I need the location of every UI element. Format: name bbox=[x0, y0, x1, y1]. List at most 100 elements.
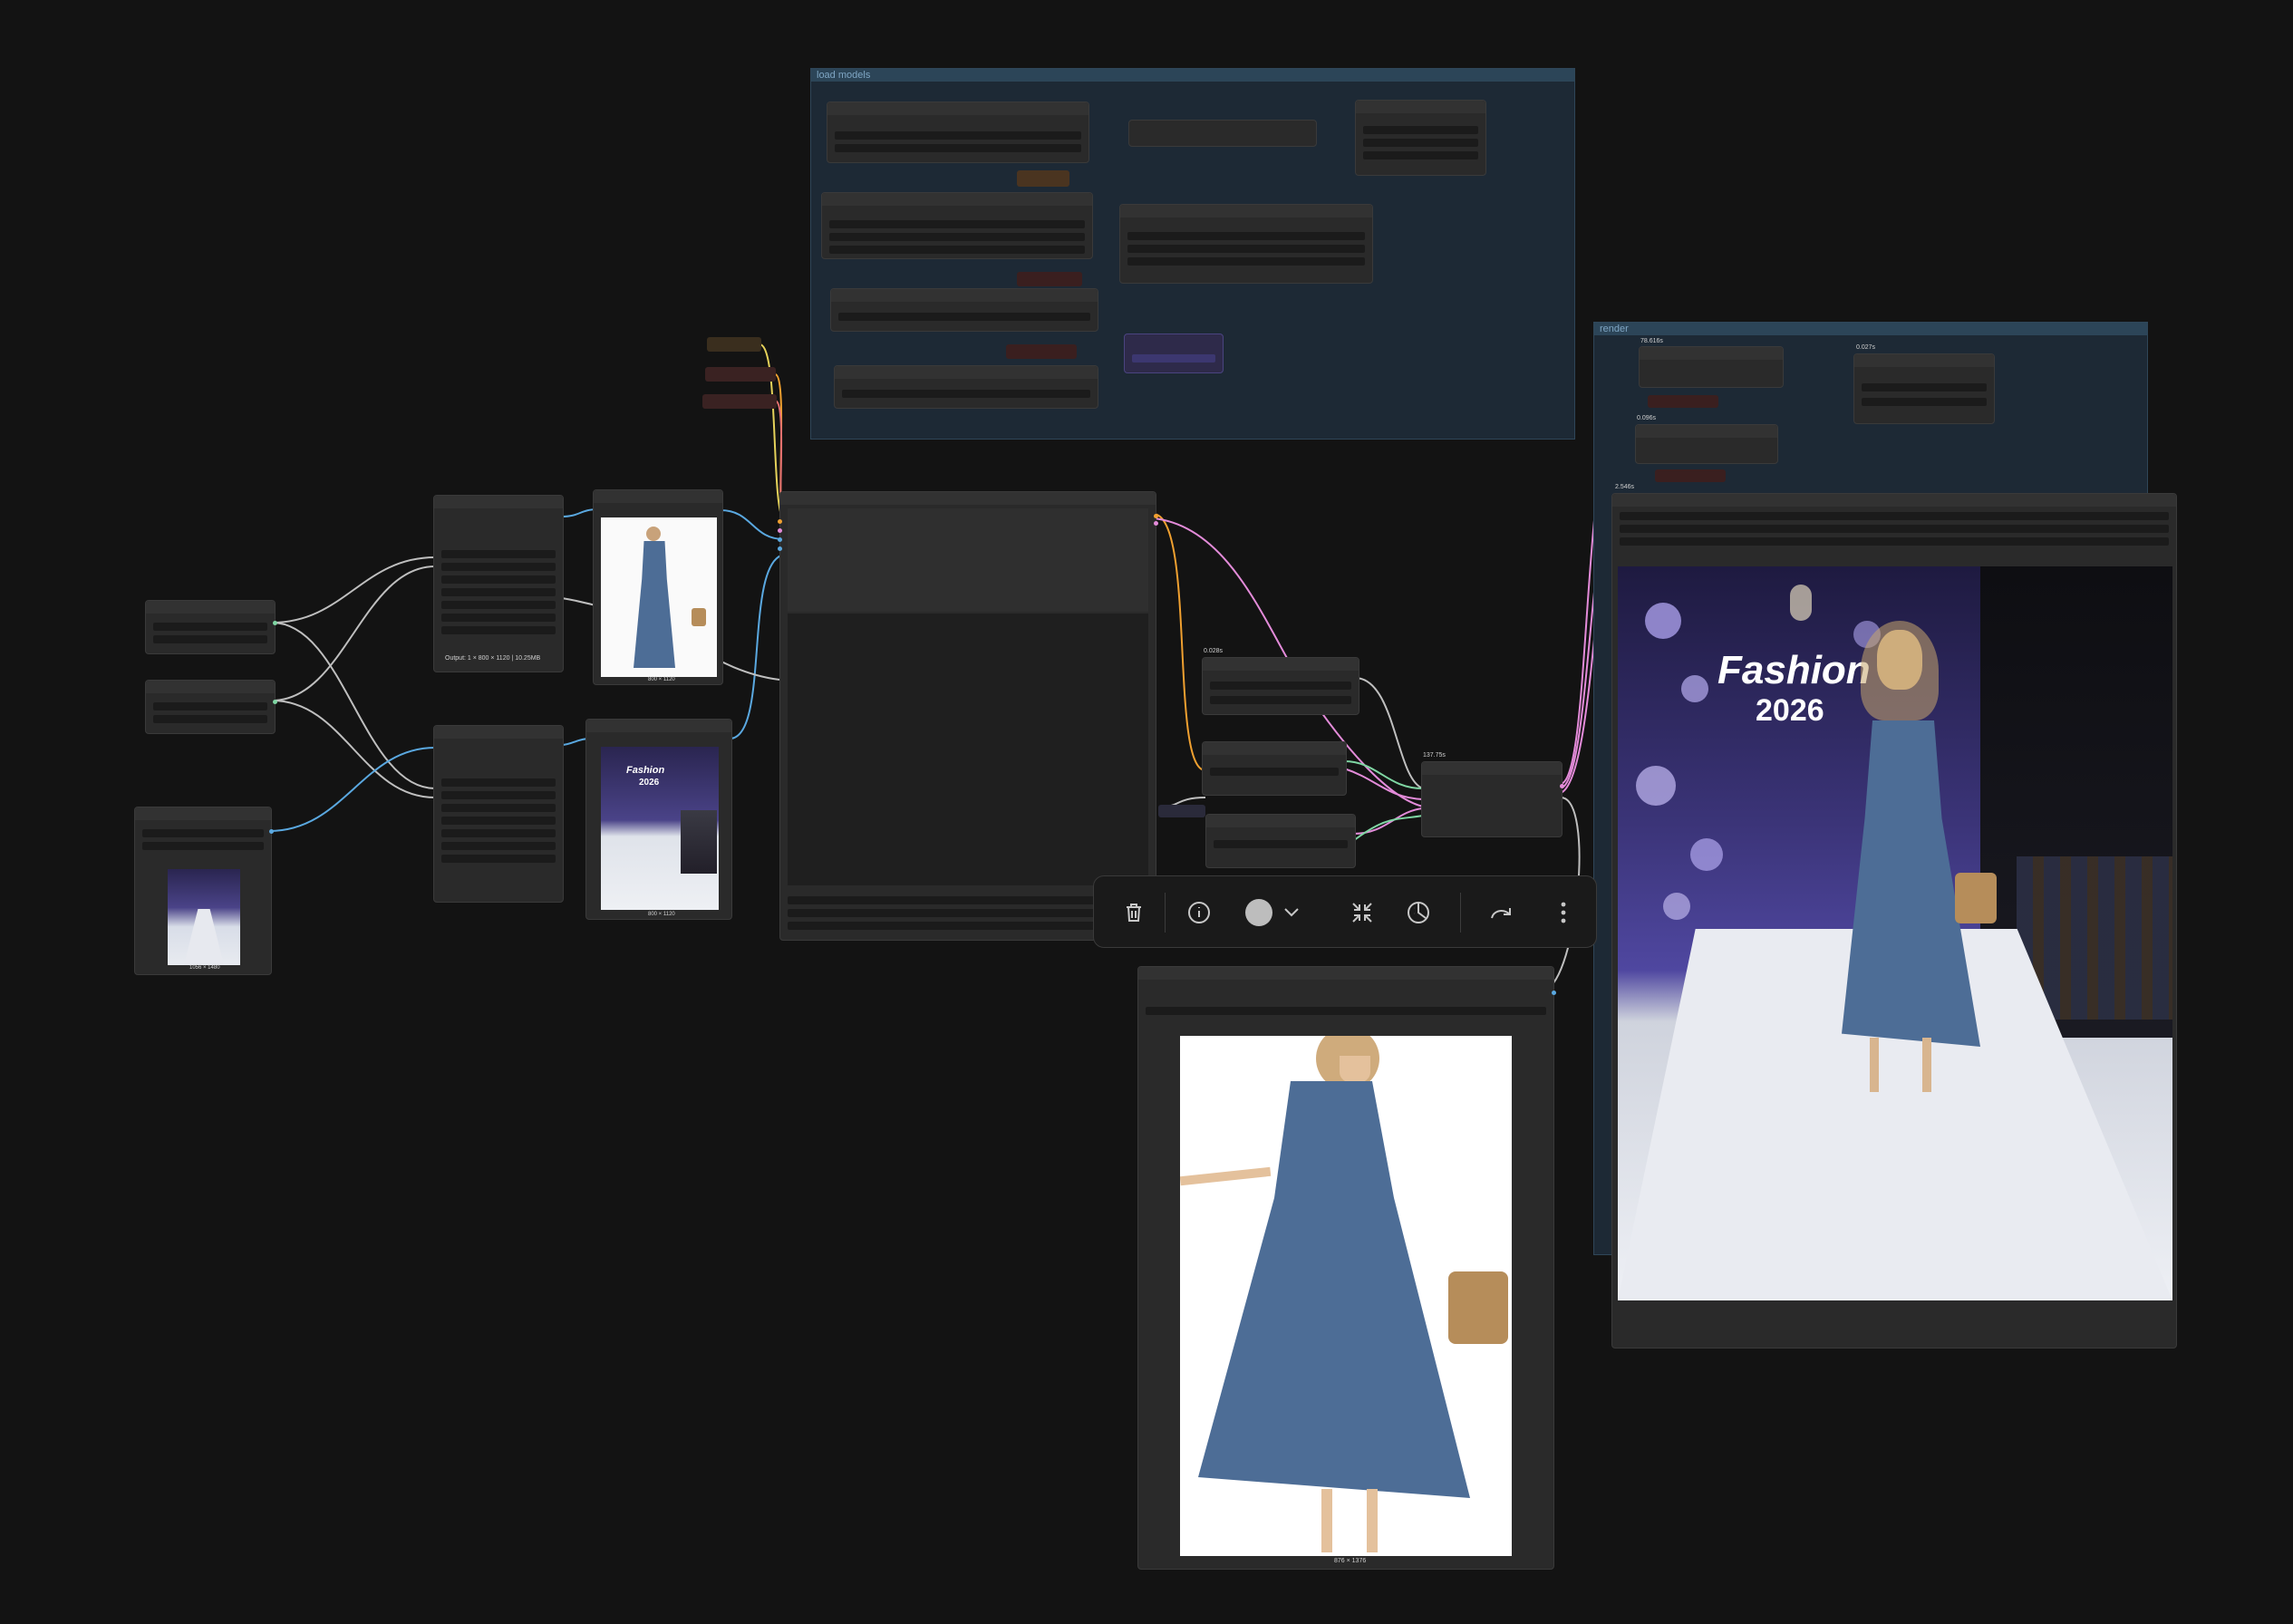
node-header[interactable] bbox=[146, 681, 275, 693]
model-loader-node[interactable] bbox=[1119, 204, 1373, 284]
node-widget[interactable] bbox=[1862, 383, 1987, 392]
node-header[interactable] bbox=[1612, 494, 2176, 507]
node-header[interactable] bbox=[1138, 967, 1553, 980]
node-widget[interactable] bbox=[441, 575, 556, 584]
reroute-node[interactable] bbox=[1017, 170, 1069, 187]
node-widget[interactable] bbox=[835, 131, 1081, 140]
node-widget[interactable] bbox=[441, 626, 556, 634]
palette-icon[interactable] bbox=[1402, 896, 1435, 929]
node-header[interactable] bbox=[780, 492, 1156, 505]
node-widget[interactable] bbox=[153, 635, 267, 643]
param-node[interactable] bbox=[707, 337, 761, 352]
node-widget[interactable] bbox=[441, 614, 556, 622]
node-widget[interactable] bbox=[1146, 1007, 1546, 1015]
node-widget[interactable] bbox=[1363, 139, 1478, 147]
node-header[interactable] bbox=[822, 193, 1092, 206]
encode-node[interactable]: Output: 1 × 800 × 1120 | 10.25MB bbox=[433, 495, 564, 672]
node-widget[interactable] bbox=[829, 233, 1085, 241]
node-widget[interactable] bbox=[1363, 126, 1478, 134]
node-widget[interactable] bbox=[153, 715, 267, 723]
model-loader-node[interactable] bbox=[1128, 120, 1317, 147]
node-header[interactable] bbox=[1636, 425, 1777, 438]
node-widget[interactable] bbox=[441, 550, 556, 558]
input-port[interactable] bbox=[778, 519, 782, 524]
input-port[interactable] bbox=[778, 546, 782, 551]
node-widget[interactable] bbox=[1127, 232, 1365, 240]
node-widget[interactable] bbox=[829, 220, 1085, 228]
node-widget[interactable] bbox=[1214, 840, 1348, 848]
param-node[interactable] bbox=[1648, 395, 1718, 408]
node-header[interactable] bbox=[1356, 101, 1485, 113]
model-loader-node[interactable] bbox=[834, 365, 1098, 409]
node-widget[interactable] bbox=[441, 588, 556, 596]
text-input-node[interactable] bbox=[145, 680, 277, 734]
node-header[interactable] bbox=[831, 289, 1098, 302]
node-widget[interactable] bbox=[153, 702, 267, 710]
node-widget[interactable] bbox=[441, 842, 556, 850]
output-port[interactable] bbox=[1154, 514, 1158, 518]
node-header[interactable] bbox=[1120, 205, 1372, 218]
render-node[interactable] bbox=[1635, 424, 1778, 464]
node-header[interactable] bbox=[146, 601, 275, 614]
sampler-settings-area[interactable] bbox=[788, 508, 1148, 612]
node-widget[interactable] bbox=[441, 817, 556, 825]
shrink-icon[interactable] bbox=[1346, 896, 1379, 929]
reroute-node[interactable] bbox=[1017, 272, 1082, 286]
node-header[interactable] bbox=[1203, 742, 1346, 755]
model-loader-node[interactable] bbox=[821, 192, 1093, 259]
node-widget[interactable] bbox=[441, 563, 556, 571]
node-widget[interactable] bbox=[153, 623, 267, 631]
node-widget[interactable] bbox=[835, 144, 1081, 152]
timing-node[interactable] bbox=[1202, 657, 1359, 715]
input-port[interactable] bbox=[778, 528, 782, 533]
node-header[interactable] bbox=[586, 720, 731, 732]
node-widget[interactable] bbox=[1620, 512, 2169, 520]
node-widget[interactable] bbox=[1862, 398, 1987, 406]
text-input-node[interactable] bbox=[145, 600, 277, 654]
more-icon[interactable] bbox=[1547, 896, 1580, 929]
node-widget[interactable] bbox=[838, 313, 1090, 321]
info-icon[interactable] bbox=[1183, 896, 1215, 929]
output-port[interactable] bbox=[269, 829, 274, 834]
node-widget[interactable] bbox=[142, 842, 264, 850]
vae-decode-node[interactable] bbox=[1202, 741, 1347, 796]
node-widget[interactable] bbox=[1127, 245, 1365, 253]
node-widget[interactable] bbox=[829, 246, 1085, 254]
node-widget[interactable] bbox=[1210, 696, 1351, 704]
param-node[interactable] bbox=[702, 394, 777, 409]
node-widget[interactable] bbox=[842, 390, 1090, 398]
model-loader-node[interactable] bbox=[830, 288, 1098, 332]
model-loader-node[interactable] bbox=[827, 102, 1089, 163]
node-widget[interactable] bbox=[1210, 682, 1351, 690]
node-widget[interactable] bbox=[441, 855, 556, 863]
node-header[interactable] bbox=[835, 366, 1098, 379]
preview-image-node[interactable]: 800 × 1120 bbox=[593, 489, 723, 685]
render-node[interactable] bbox=[1639, 346, 1784, 388]
sampler-node[interactable] bbox=[778, 491, 1158, 941]
encode-node[interactable] bbox=[433, 725, 564, 903]
load-image-node[interactable]: 1056 × 1480 bbox=[134, 807, 274, 975]
model-loader-node[interactable] bbox=[1124, 334, 1224, 373]
output-port[interactable] bbox=[273, 700, 277, 704]
node-widget[interactable] bbox=[441, 778, 556, 787]
trash-icon[interactable] bbox=[1117, 896, 1150, 929]
node-widget[interactable] bbox=[142, 829, 264, 837]
chevron-down-icon[interactable] bbox=[1275, 896, 1308, 929]
node-header[interactable] bbox=[594, 490, 722, 503]
node-header[interactable] bbox=[434, 496, 563, 508]
input-port[interactable] bbox=[1552, 991, 1556, 995]
reroute-node[interactable] bbox=[1006, 344, 1077, 359]
final-image-node[interactable]: Fashion 2026 bbox=[1611, 493, 2177, 1348]
node-header[interactable] bbox=[135, 807, 271, 820]
node-widget[interactable] bbox=[1620, 525, 2169, 533]
node-widget[interactable] bbox=[441, 601, 556, 609]
node-header[interactable] bbox=[1640, 347, 1783, 360]
node-widget[interactable] bbox=[1132, 354, 1215, 362]
node-header[interactable] bbox=[827, 102, 1088, 115]
model-loader-node[interactable] bbox=[1355, 100, 1486, 176]
combine-node[interactable] bbox=[1421, 761, 1564, 837]
preview-image-node[interactable]: 876 × 1376 bbox=[1137, 966, 1556, 1570]
node-header[interactable] bbox=[1422, 762, 1562, 775]
preview-image-node[interactable]: Fashion 2026 800 × 1120 bbox=[585, 719, 732, 920]
node-header[interactable] bbox=[1854, 354, 1994, 367]
